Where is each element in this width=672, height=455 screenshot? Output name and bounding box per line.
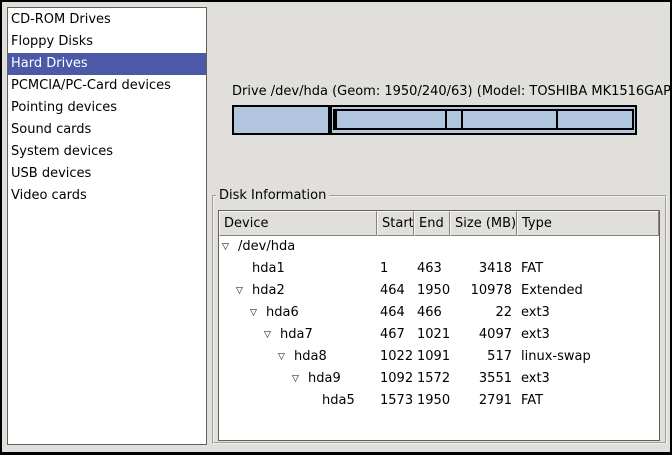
disk-info-frame-label: Disk Information [216,188,329,203]
end-cell: 1021 [414,324,450,346]
partition-segment-hda9 [461,109,559,130]
size-cell: 3418 [450,258,517,280]
partition-segment-hda1 [232,105,330,135]
column-header-type[interactable]: Type [517,211,659,236]
table-row-hda9[interactable]: ▽hda9109215723551ext3 [219,368,659,390]
device-cell: ▽hda2 [219,280,377,302]
end-cell: 1572 [414,368,450,390]
device-label: hda8 [294,346,327,368]
table-row-hda8[interactable]: ▽hda810221091517linux-swap [219,346,659,368]
type-cell [517,236,659,258]
end-cell: 1950 [414,390,450,412]
partition-segment-hda2 [330,105,637,135]
partition-segment-hda5 [556,109,634,130]
sidebar-item-pointing-devices[interactable]: Pointing devices [8,97,206,119]
start-cell: 464 [377,280,414,302]
device-cell: ▽hda8 [219,346,377,368]
sidebar-item-video-cards[interactable]: Video cards [8,185,206,207]
type-cell: ext3 [517,324,659,346]
disk-table-header: DeviceStartEndSize (MB)Type [219,211,659,236]
end-cell: 466 [414,302,450,324]
type-cell: FAT [517,390,659,412]
device-cell: hda1 [219,258,377,280]
type-cell: ext3 [517,368,659,390]
device-label: hda6 [266,302,299,324]
start-cell: 467 [377,324,414,346]
expander-icon[interactable]: ▽ [278,346,294,368]
expander-icon[interactable]: ▽ [222,236,238,258]
size-cell: 2791 [450,390,517,412]
size-cell: 4097 [450,324,517,346]
device-label: hda1 [252,258,285,280]
device-cell: ▽hda6 [219,302,377,324]
end-cell: 463 [414,258,450,280]
column-header-size-mb[interactable]: Size (MB) [450,211,517,236]
sidebar-item-floppy-disks[interactable]: Floppy Disks [8,31,206,53]
column-header-start[interactable]: Start [377,211,414,236]
device-label: hda5 [322,390,355,412]
expander-icon[interactable]: ▽ [250,302,266,324]
device-cell: ▽hda7 [219,324,377,346]
sidebar-item-hard-drives[interactable]: Hard Drives [8,53,206,75]
table-row-hda2[interactable]: ▽hda2464195010978Extended [219,280,659,302]
device-cell: ▽/dev/hda [219,236,377,258]
device-label: hda9 [308,368,341,390]
sidebar-item-system-devices[interactable]: System devices [8,141,206,163]
start-cell: 1022 [377,346,414,368]
type-cell: FAT [517,258,659,280]
start-cell: 1 [377,258,414,280]
drive-title: Drive /dev/hda (Geom: 1950/240/63) (Mode… [232,84,637,99]
size-cell: 10978 [450,280,517,302]
table-row-hda5[interactable]: hda5 157319502791FAT [219,390,659,412]
partition-bar [232,105,637,135]
sidebar-item-pcmcia-pc-card-devices[interactable]: PCMCIA/PC-Card devices [8,75,206,97]
expander-icon[interactable]: ▽ [292,368,308,390]
type-cell: ext3 [517,302,659,324]
device-label: hda7 [280,324,313,346]
type-cell: linux-swap [517,346,659,368]
table-row-hda7[interactable]: ▽hda746710214097ext3 [219,324,659,346]
expander-icon[interactable]: ▽ [264,324,280,346]
size-cell: 517 [450,346,517,368]
start-cell: 1092 [377,368,414,390]
column-header-end[interactable]: End [414,211,450,236]
start-cell [377,236,414,258]
device-label: hda2 [252,280,285,302]
sidebar-item-usb-devices[interactable]: USB devices [8,163,206,185]
size-cell: 3551 [450,368,517,390]
start-cell: 1573 [377,390,414,412]
sidebar-item-sound-cards[interactable]: Sound cards [8,119,206,141]
column-header-device[interactable]: Device [219,211,377,236]
table-row-dev-hda[interactable]: ▽/dev/hda [219,236,659,258]
expander-icon[interactable]: ▽ [236,280,252,302]
disk-table: DeviceStartEndSize (MB)Type ▽/dev/hdahda… [218,210,660,441]
end-cell: 1091 [414,346,450,368]
end-cell [414,236,450,258]
type-cell: Extended [517,280,659,302]
partition-segment-hda7 [335,109,447,130]
table-row-hda1[interactable]: hda1 14633418FAT [219,258,659,280]
start-cell: 464 [377,302,414,324]
device-cell: ▽hda9 [219,368,377,390]
sidebar-item-cd-rom-drives[interactable]: CD-ROM Drives [8,9,206,31]
device-cell: hda5 [219,390,377,412]
sidebar-list: CD-ROM DrivesFloppy DisksHard DrivesPCMC… [7,7,207,445]
disk-table-body: ▽/dev/hdahda114633418FAT▽hda246419501097… [219,236,659,412]
hardware-browser-window: CD-ROM DrivesFloppy DisksHard DrivesPCMC… [0,0,672,455]
size-cell: 22 [450,302,517,324]
end-cell: 1950 [414,280,450,302]
device-label: /dev/hda [238,236,295,258]
size-cell [450,236,517,258]
table-row-hda6[interactable]: ▽hda646446622ext3 [219,302,659,324]
